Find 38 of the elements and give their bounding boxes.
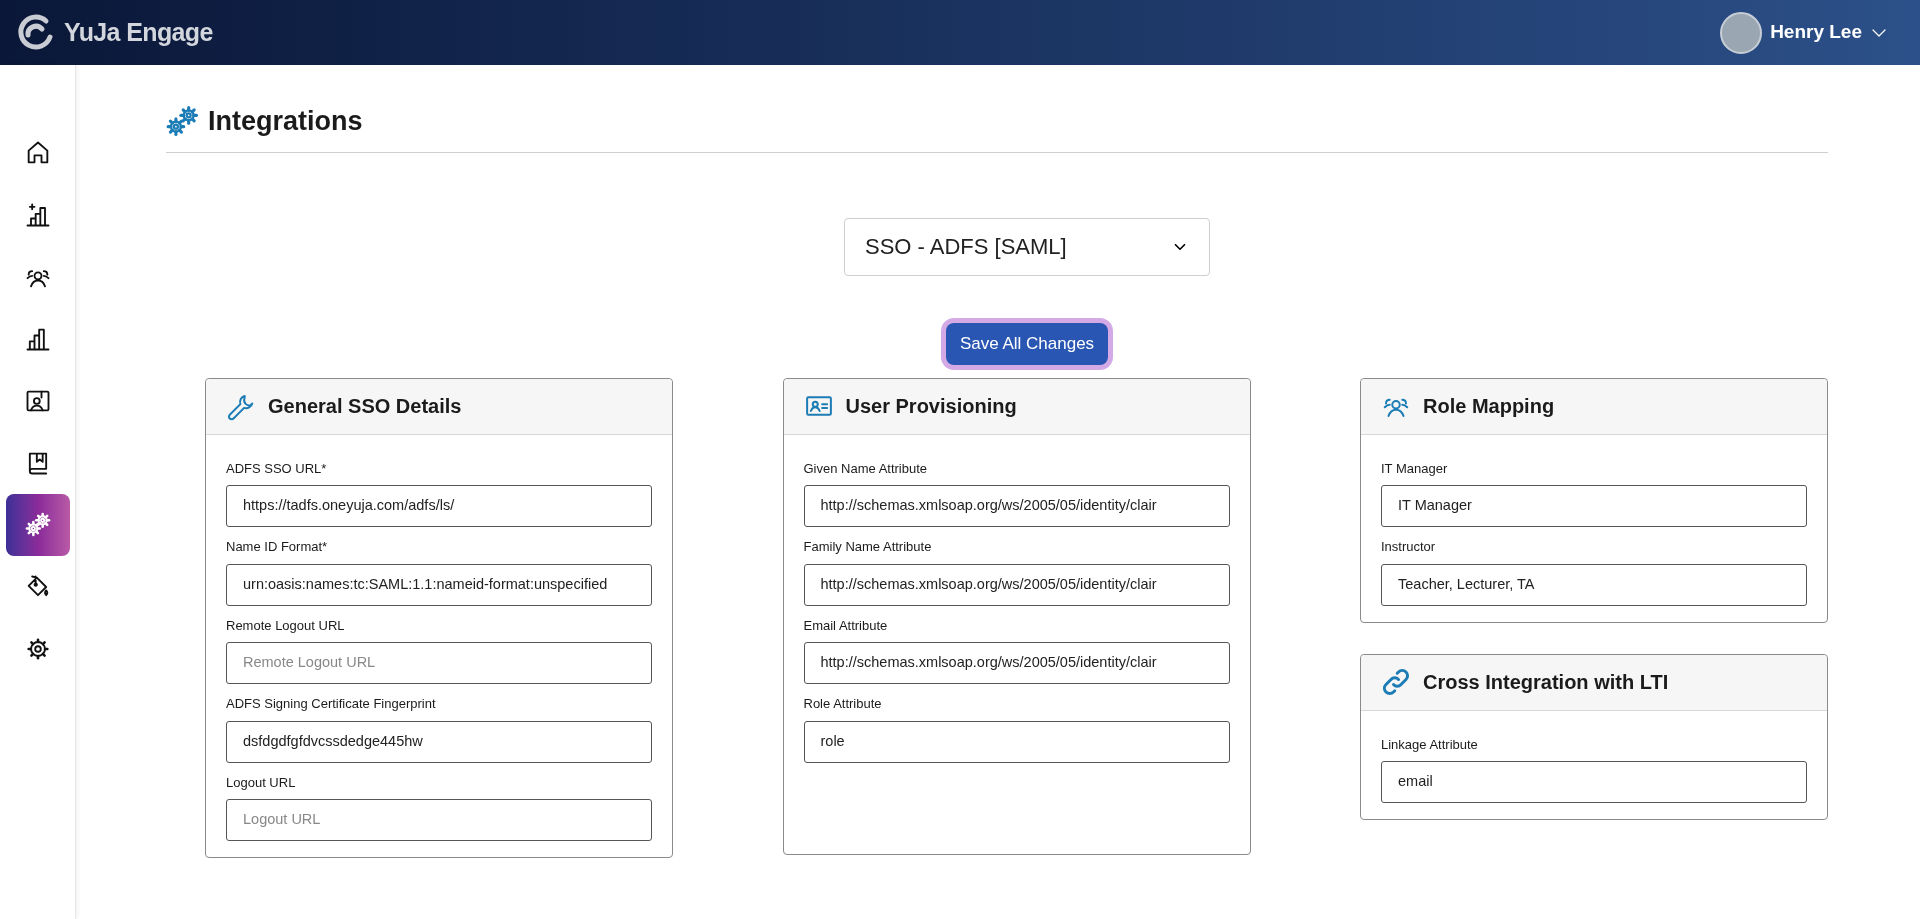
text-field[interactable]: https://tadfs.oneyuja.com/adfs/ls/ <box>226 485 652 527</box>
text-field[interactable]: http://schemas.xmlsoap.org/ws/2005/05/identity/clair <box>803 642 1230 684</box>
field-label: ADFS SSO URL* <box>226 459 328 478</box>
field-label: Remote Logout URL <box>226 616 346 635</box>
text-field[interactable]: dsfdgdfgfdvcssdedge445hw <box>226 720 652 763</box>
card-title: General SSO Details <box>268 394 462 419</box>
field-label: Email Attribute <box>803 616 889 635</box>
field-label: Name ID Format* <box>226 538 329 556</box>
text-field[interactable]: email <box>1381 761 1807 803</box>
field-label: Given Name Attribute <box>803 459 929 478</box>
text-field[interactable]: Teacher, Lecturer, TA <box>1381 563 1807 606</box>
field-label: ADFS Signing Certificate Fingerprint <box>226 695 437 713</box>
integration-dropdown[interactable]: SSO - ADFS [SAML] <box>844 217 1210 276</box>
field-label: Linkage Attribute <box>1381 735 1479 754</box>
gears-icon <box>23 511 52 539</box>
text-field[interactable]: IT Manager <box>1381 485 1807 527</box>
text-field[interactable]: Logout URL <box>226 799 652 841</box>
field-label: Instructor <box>1381 538 1437 556</box>
field-label: IT Manager <box>1381 459 1449 478</box>
field-label: Logout URL <box>226 773 297 792</box>
user-menu[interactable]: Henry Lee <box>1720 11 1888 54</box>
text-field[interactable]: Remote Logout URL <box>226 642 652 684</box>
text-field[interactable]: role <box>803 720 1230 763</box>
field-label: Family Name Attribute <box>803 538 933 556</box>
text-field[interactable]: http://schemas.xmlsoap.org/ws/2005/05/identity/clair <box>803 485 1230 527</box>
text-field[interactable]: urn:oasis:names:tc:SAML:1.1:nameid-format:unspecified <box>226 563 652 606</box>
field-label: Role Attribute <box>803 695 883 713</box>
card-title: Cross Integration with LTI <box>1423 670 1669 695</box>
app-name: YuJa Engage <box>64 16 213 48</box>
card-title: User Provisioning <box>845 394 1017 419</box>
avatar <box>1720 11 1763 54</box>
card-title: Role Mapping <box>1423 394 1555 419</box>
sidebar-item[interactable] <box>5 494 70 556</box>
text-field[interactable]: http://schemas.xmlsoap.org/ws/2005/05/identity/clair <box>803 563 1230 606</box>
link-icon <box>1381 667 1411 697</box>
page-title: Integrations <box>208 105 363 138</box>
gears-icon <box>166 104 200 139</box>
logo-icon <box>16 12 56 53</box>
